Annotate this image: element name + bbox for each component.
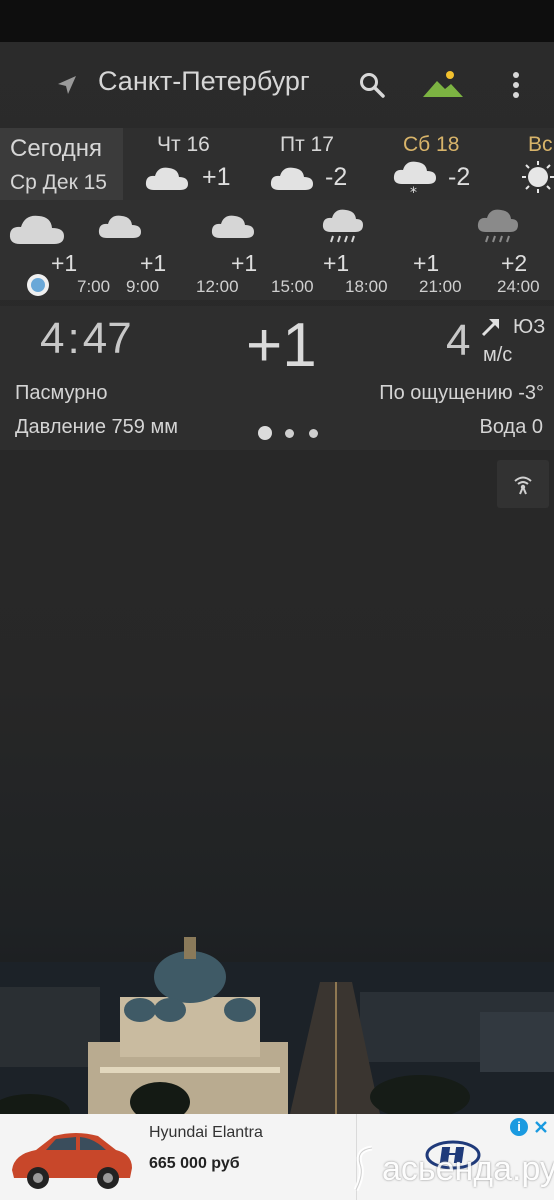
day-label: Сб 18: [403, 133, 460, 156]
page-indicator: [285, 429, 294, 438]
navigation-arrow-icon[interactable]: [55, 73, 79, 97]
time-minutes: 47: [82, 314, 132, 363]
current-time: 4:47: [40, 314, 132, 363]
hour-temp: +2: [501, 250, 528, 276]
hour-time: 18:00: [345, 277, 388, 296]
current-temp: +1: [246, 311, 317, 380]
hour-time: 24:00: [497, 277, 540, 296]
search-icon[interactable]: [358, 71, 386, 99]
cloud-rain-icon: [477, 209, 518, 243]
day-thu[interactable]: Чт 16 +1: [140, 130, 250, 198]
wind-direction-icon: [481, 319, 499, 337]
wind-speed: 4: [446, 316, 471, 365]
wind-unit: м/с: [483, 344, 513, 366]
car-image: [12, 1133, 132, 1189]
hour-temp: +1: [51, 250, 78, 276]
day-sat[interactable]: Сб 18 * -2: [388, 130, 498, 198]
connection-button[interactable]: [497, 460, 549, 508]
hour-time: 21:00: [419, 277, 462, 296]
day-sun[interactable]: Вс: [513, 130, 554, 198]
signal-icon: [514, 476, 532, 495]
day-today[interactable]: Сегодня Ср Дек 15: [0, 128, 123, 200]
more-vert-icon[interactable]: [510, 70, 522, 100]
time-hours: 4: [40, 314, 65, 363]
svg-text:*: *: [410, 185, 417, 198]
cloud-snow-icon: *: [393, 161, 436, 198]
hour-time: 9:00: [126, 277, 160, 296]
day-label: Вс: [528, 133, 553, 156]
current-time-marker: [27, 274, 49, 296]
wind-direction: ЮЗ: [513, 316, 546, 338]
hour-temp: +1: [231, 250, 258, 276]
cloud-rain-icon: [322, 209, 363, 243]
watermark-logo-icon: [353, 1145, 373, 1192]
cloud-icon: [270, 167, 313, 190]
sun-icon: [522, 161, 554, 193]
hour-temp: +1: [140, 250, 167, 276]
cloud-icon: [211, 215, 254, 238]
day-temp: -2: [325, 163, 348, 191]
ad-price: 665 000 руб: [149, 1155, 240, 1172]
water-temp-text: Вода 0: [479, 416, 544, 438]
hour-temp: +1: [323, 250, 350, 276]
feels-like-text: По ощущению -3°: [379, 382, 544, 404]
cloud-icon: [98, 215, 141, 238]
day-temp: +1: [202, 163, 231, 191]
day-date: Ср Дек 15: [10, 171, 107, 194]
page-indicator: [309, 429, 318, 438]
current-weather-card[interactable]: 4:47 +1 4 ЮЗ м/с Пасмурно По ощущению -3…: [0, 306, 554, 450]
day-label: Сегодня: [10, 135, 102, 162]
condition-text: Пасмурно: [15, 382, 108, 404]
cloud-icon: [145, 167, 188, 190]
ad-banner[interactable]: Hyundai Elantra 665 000 руб i асьенда.ру: [0, 1114, 554, 1200]
hour-time: 12:00: [196, 277, 239, 296]
watermark-text: асьенда.ру: [382, 1150, 554, 1188]
cloud-icon: [9, 215, 65, 244]
day-temp: -2: [448, 163, 471, 191]
page-indicator-active: [258, 426, 272, 440]
city-name[interactable]: Санкт-Петербург: [98, 66, 310, 97]
hour-time: 7:00: [77, 277, 111, 296]
landscape-icon[interactable]: [421, 69, 465, 99]
ad-close-icon[interactable]: [533, 1119, 549, 1135]
day-fri[interactable]: Пт 17 -2: [265, 130, 375, 198]
ad-title[interactable]: Hyundai Elantra: [149, 1124, 263, 1142]
hour-temp: +1: [413, 250, 440, 276]
day-label: Чт 16: [157, 133, 210, 156]
ad-info-icon[interactable]: i: [510, 1118, 528, 1136]
day-label: Пт 17: [280, 133, 334, 156]
hourly-forecast[interactable]: +1 +1 +1 +1 +1 +2 7:00 9:00 12:00 15:00 …: [0, 200, 554, 300]
hour-time: 15:00: [271, 277, 314, 296]
pressure-text: Давление 759 мм: [15, 416, 178, 438]
status-bar: [0, 0, 554, 42]
